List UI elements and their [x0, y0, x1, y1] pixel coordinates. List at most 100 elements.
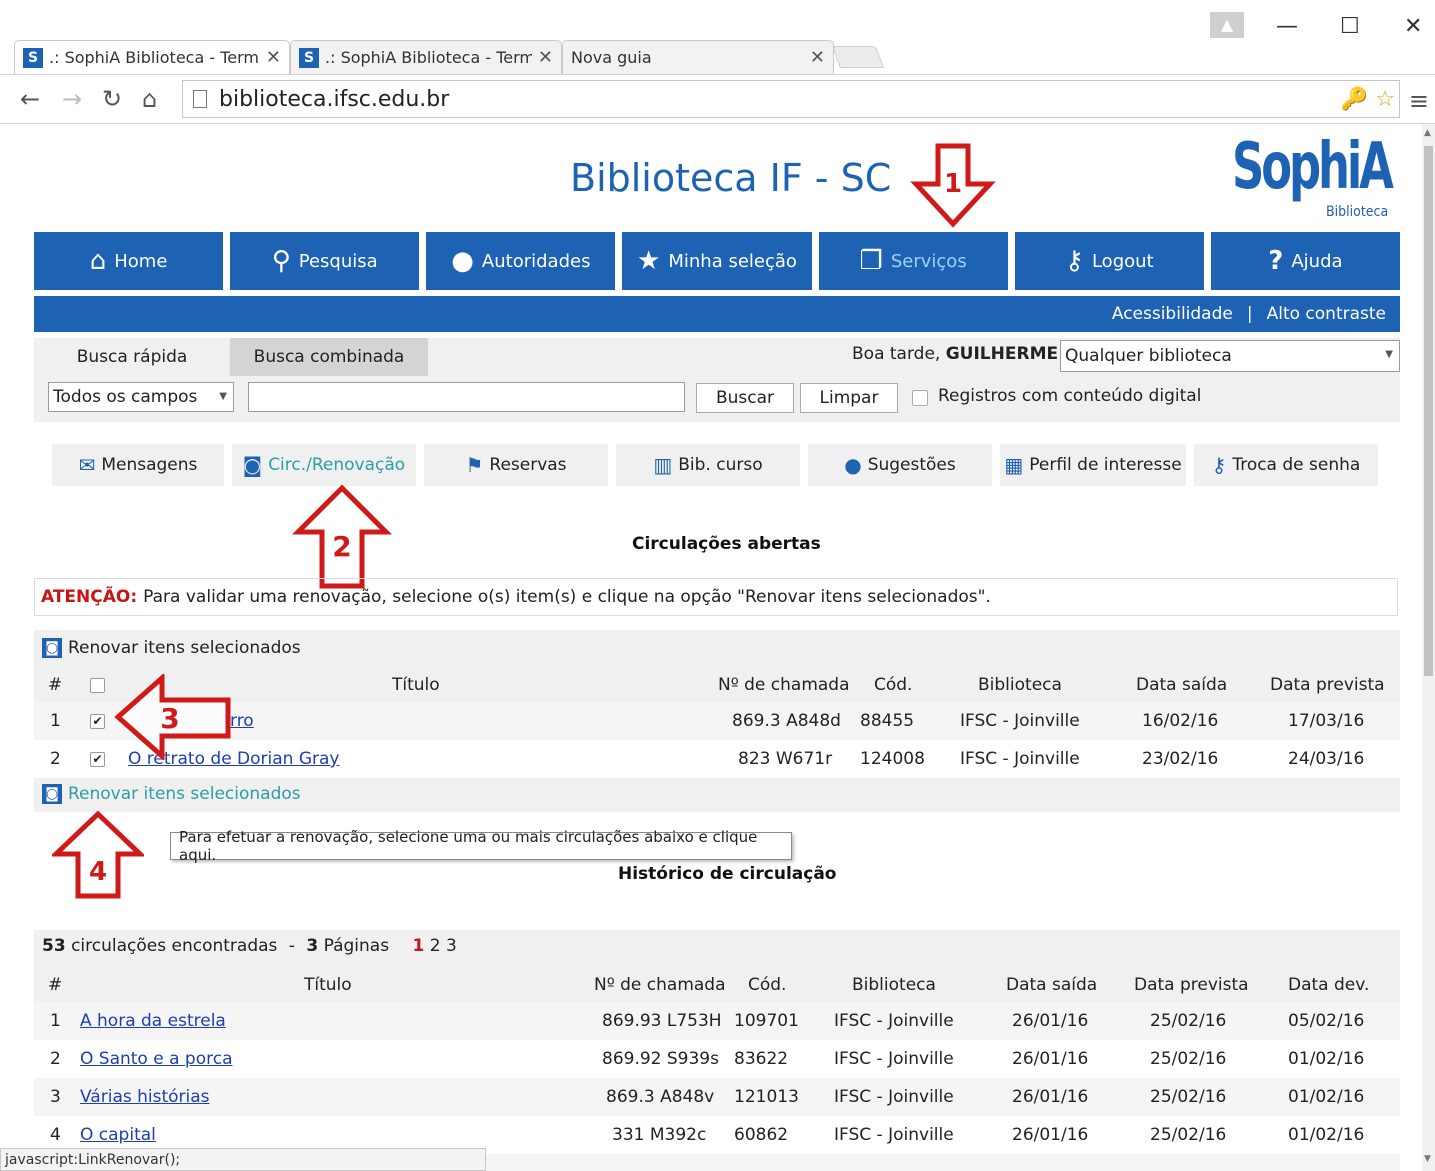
flag-icon: ⚑ — [465, 453, 484, 477]
clear-button[interactable]: Limpar — [800, 383, 898, 413]
renew-tooltip: Para efetuar a renovação, selecione uma … — [170, 828, 792, 864]
title-link[interactable]: Várias histórias — [80, 1078, 210, 1116]
browser-tab-3[interactable]: Nova guia ✕ — [562, 40, 834, 74]
history-summary: 53 circulações encontradas - 3 Páginas 1… — [42, 936, 457, 956]
star-icon: ★ — [637, 246, 661, 276]
nav-minha-selecao[interactable]: ★ Minha seleção — [622, 232, 812, 290]
field-select[interactable]: Todos os campos ▼ — [48, 382, 234, 412]
digital-content-label: Registros com conteúdo digital — [938, 386, 1202, 406]
bookmark-star-icon[interactable]: 🔑 ☆ — [1341, 87, 1395, 112]
reload-icon[interactable]: ↻ — [102, 85, 122, 113]
nav-ajuda[interactable]: ? Ajuda — [1210, 232, 1400, 290]
search-button[interactable]: Buscar — [696, 383, 794, 413]
nav-autoridades[interactable]: ● Autoridades — [426, 232, 616, 290]
home-icon: ⌂ — [89, 246, 107, 276]
sophia-favicon-icon: S — [23, 47, 43, 68]
sub-sugestoes[interactable]: ● Sugestões — [808, 444, 992, 486]
home-page-icon[interactable]: ⌂ — [142, 85, 157, 113]
attention-label: ATENÇÃO: — [41, 587, 138, 607]
table-row: 2 ✔ O retrato de Dorian Gray 823 W671r 1… — [34, 740, 1400, 778]
tab-close-icon[interactable]: ✕ — [538, 47, 553, 68]
browser-toolbar: ← → ↻ ⌂ biblioteca.ifsc.edu.br 🔑 ☆ ≡ — [0, 74, 1435, 124]
library-select[interactable]: Qualquer biblioteca ▼ — [1060, 340, 1400, 372]
col-library: Biblioteca — [978, 675, 1062, 695]
vertical-scrollbar[interactable]: ▲ ▼ — [1422, 124, 1435, 1171]
search-icon: ⚲ — [271, 246, 291, 276]
sub-reservas[interactable]: ⚑ Reservas — [424, 444, 608, 486]
tab-close-icon[interactable]: ✕ — [810, 47, 825, 68]
close-window-icon[interactable]: ✕ — [1404, 14, 1422, 39]
browser-status-bar: javascript:LinkRenovar(); — [0, 1148, 486, 1171]
search-input[interactable] — [248, 382, 685, 412]
user-profile-icon[interactable]: ▲ — [1210, 12, 1244, 38]
books-icon: ▥ — [653, 453, 673, 477]
nav-servicos[interactable]: ❐ Serviços — [818, 232, 1008, 290]
open-table-header: # Título Nº de chamada Cód. Biblioteca D… — [34, 666, 1400, 704]
tab-title: .: SophiA Biblioteca - Term — [325, 48, 532, 67]
col-call-number: Nº de chamada — [594, 975, 726, 995]
col-title: Título — [304, 975, 352, 995]
scroll-down-icon[interactable]: ▼ — [1424, 1154, 1431, 1164]
back-arrow-icon[interactable]: ← — [20, 85, 40, 113]
title-link[interactable]: A hora da estrela — [80, 1002, 226, 1040]
sub-mensagens[interactable]: ✉ Mensagens — [52, 444, 224, 486]
scrollbar-thumb[interactable] — [1424, 146, 1433, 676]
col-code: Cód. — [874, 675, 913, 695]
digital-content-checkbox[interactable] — [912, 390, 928, 406]
row-checkbox[interactable]: ✔ — [90, 740, 105, 778]
page-links[interactable]: 2 3 — [430, 936, 457, 956]
forward-arrow-icon[interactable]: → — [62, 85, 82, 113]
col-number: # — [48, 975, 63, 995]
annotation-arrow-4: 4 — [52, 810, 144, 899]
search-panel: Busca rápida Busca combinada Boa tarde, … — [34, 338, 1400, 422]
row-checkbox[interactable]: ✔ — [90, 702, 105, 740]
nav-logout[interactable]: ⚷ Logout — [1014, 232, 1204, 290]
browser-tab-1[interactable]: S .: SophiA Biblioteca - Term ✕ — [14, 40, 290, 74]
sub-troca-senha[interactable]: ⚷ Troca de senha — [1194, 444, 1378, 486]
title-link[interactable]: rro — [230, 702, 254, 740]
chevron-down-icon: ▼ — [1385, 349, 1393, 360]
minimize-icon[interactable]: — — [1276, 14, 1298, 39]
browser-tab-2[interactable]: S .: SophiA Biblioteca - Term ✕ — [290, 40, 562, 74]
browser-menu-icon[interactable]: ≡ — [1409, 87, 1429, 115]
maximize-icon[interactable]: ☐ — [1340, 14, 1360, 39]
logo-subtitle: Biblioteca — [1326, 204, 1389, 220]
main-nav: ⌂ Home ⚲ Pesquisa ● Autoridades ★ Minha sele… — [34, 232, 1400, 290]
key-extension-icon[interactable]: 🔑 — [1341, 87, 1368, 112]
tab-busca-combinada[interactable]: Busca combinada — [230, 338, 428, 376]
nav-home[interactable]: ⌂ Home — [34, 232, 224, 290]
svg-text:3: 3 — [160, 702, 179, 735]
annotation-arrow-2: 2 — [292, 484, 392, 589]
grid-icon: ▦ — [1004, 453, 1024, 477]
renew-selected-bottom[interactable]: ◙ Renovar itens selecionados — [42, 784, 301, 804]
tab-busca-rapida[interactable]: Busca rápida — [34, 338, 230, 376]
user-name: GUILHERME! — [945, 344, 1066, 364]
title-link[interactable]: O Santo e a porca — [80, 1040, 233, 1078]
sub-bib-curso[interactable]: ▥ Bib. curso — [616, 444, 800, 486]
attention-message: ATENÇÃO: Para validar uma renovação, sel… — [34, 578, 1398, 616]
history-table-header: # Título Nº de chamada Cód. Biblioteca D… — [34, 966, 1400, 1004]
accessibility-link[interactable]: Acessibilidade — [1112, 304, 1233, 324]
svg-text:4: 4 — [89, 857, 107, 887]
sub-perfil-interesse[interactable]: ▦ Perfil de interesse — [1000, 444, 1186, 486]
col-date-due: Data prevista — [1270, 675, 1385, 695]
col-date-due: Data prevista — [1134, 975, 1249, 995]
address-bar[interactable]: biblioteca.ifsc.edu.br — [182, 80, 1400, 118]
new-tab-button[interactable] — [831, 46, 885, 68]
current-page: 1 — [412, 936, 425, 956]
svg-text:2: 2 — [332, 530, 351, 563]
high-contrast-link[interactable]: Alto contraste — [1267, 304, 1386, 324]
question-icon: ? — [1268, 246, 1284, 276]
renew-selected-top[interactable]: ◙ Renovar itens selecionados — [42, 638, 301, 658]
copy-icon: ❐ — [859, 246, 883, 276]
tab-title: .: SophiA Biblioteca - Term — [49, 48, 259, 67]
envelope-icon: ✉ — [78, 453, 96, 477]
renew-icon: ◙ — [242, 453, 263, 477]
scroll-up-icon[interactable]: ▲ — [1424, 128, 1431, 138]
sub-circ-renovacao[interactable]: ◙ Circ./Renovação — [232, 444, 416, 486]
select-all-checkbox[interactable] — [90, 666, 105, 704]
renew-icon: ◙ — [42, 638, 62, 658]
table-row: 1 ✔ rro 869.3 A848d 88455 IFSC - Joinvil… — [34, 702, 1400, 740]
nav-pesquisa[interactable]: ⚲ Pesquisa — [230, 232, 420, 290]
tab-close-icon[interactable]: ✕ — [266, 47, 281, 68]
